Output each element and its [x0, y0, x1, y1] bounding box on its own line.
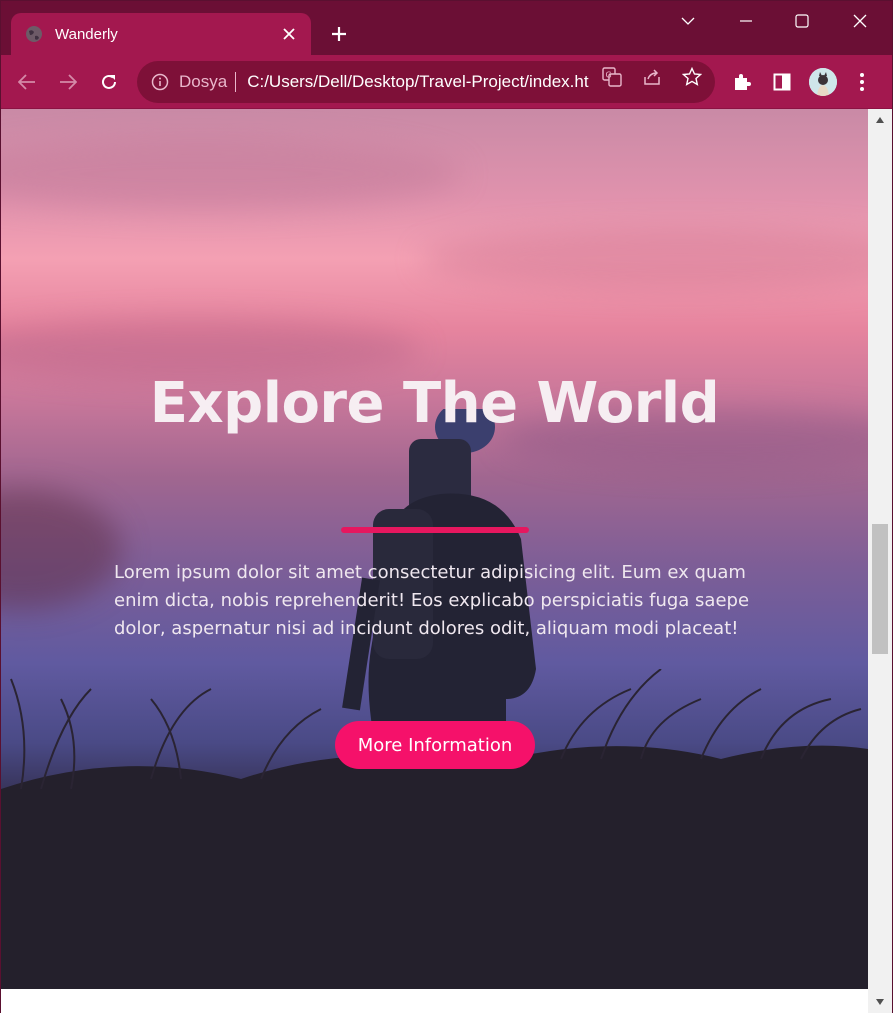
cloud-shape — [1, 319, 421, 379]
close-icon[interactable] — [279, 24, 299, 44]
url-origin-label: Dosya — [179, 72, 228, 91]
hero-title: Explore The World — [149, 371, 720, 436]
page-viewport: Explore The World Lorem ipsum dolor sit … — [1, 109, 868, 989]
close-icon[interactable] — [837, 5, 883, 37]
title-bar: Wanderly — [1, 1, 892, 55]
cloud-shape — [1, 489, 121, 609]
more-information-button[interactable]: More Information — [335, 721, 535, 769]
scroll-up-icon[interactable] — [868, 111, 892, 129]
back-arrow-icon[interactable] — [11, 66, 43, 98]
cloud-shape — [421, 229, 868, 289]
grass-silhouette — [1, 669, 868, 989]
chevron-down-icon[interactable] — [665, 5, 711, 37]
scrollbar-thumb[interactable] — [872, 524, 888, 654]
globe-icon — [25, 25, 43, 43]
page-bottom-strip — [1, 989, 868, 1013]
tab-title: Wanderly — [55, 25, 118, 43]
title-underline — [341, 527, 529, 533]
scroll-down-icon[interactable] — [868, 993, 892, 1011]
share-icon[interactable] — [641, 66, 663, 88]
address-bar[interactable]: Dosya C:/Users/Dell/Desktop/Travel-Proje… — [137, 61, 715, 103]
profile-avatar[interactable] — [809, 68, 837, 96]
browser-window: Wanderly Dosya C:/Users/Dell/Desktop/Tra… — [0, 0, 893, 1013]
url-separator — [235, 72, 237, 92]
hero-section: Explore The World Lorem ipsum dolor sit … — [1, 109, 868, 989]
url-text[interactable]: C:/Users/Dell/Desktop/Travel-Project/ind… — [247, 72, 589, 92]
browser-toolbar: Dosya C:/Users/Dell/Desktop/Travel-Proje… — [1, 55, 892, 109]
browser-tab[interactable]: Wanderly — [11, 13, 311, 55]
cloud-shape — [1, 139, 461, 209]
info-icon[interactable] — [151, 73, 169, 91]
plus-icon[interactable] — [323, 19, 355, 49]
translate-icon[interactable]: G — [601, 66, 623, 88]
menu-icon[interactable] — [848, 68, 876, 96]
maximize-icon[interactable] — [779, 5, 825, 37]
vertical-scrollbar[interactable] — [868, 109, 892, 1013]
extensions-icon[interactable] — [728, 68, 756, 96]
side-panel-icon[interactable] — [768, 68, 796, 96]
forward-arrow-icon[interactable] — [52, 66, 84, 98]
svg-text:G: G — [606, 71, 612, 80]
minimize-icon[interactable] — [723, 5, 769, 37]
hero-description: Lorem ipsum dolor sit amet consectetur a… — [114, 562, 750, 639]
reload-icon[interactable] — [93, 66, 125, 98]
star-icon[interactable] — [681, 66, 703, 88]
